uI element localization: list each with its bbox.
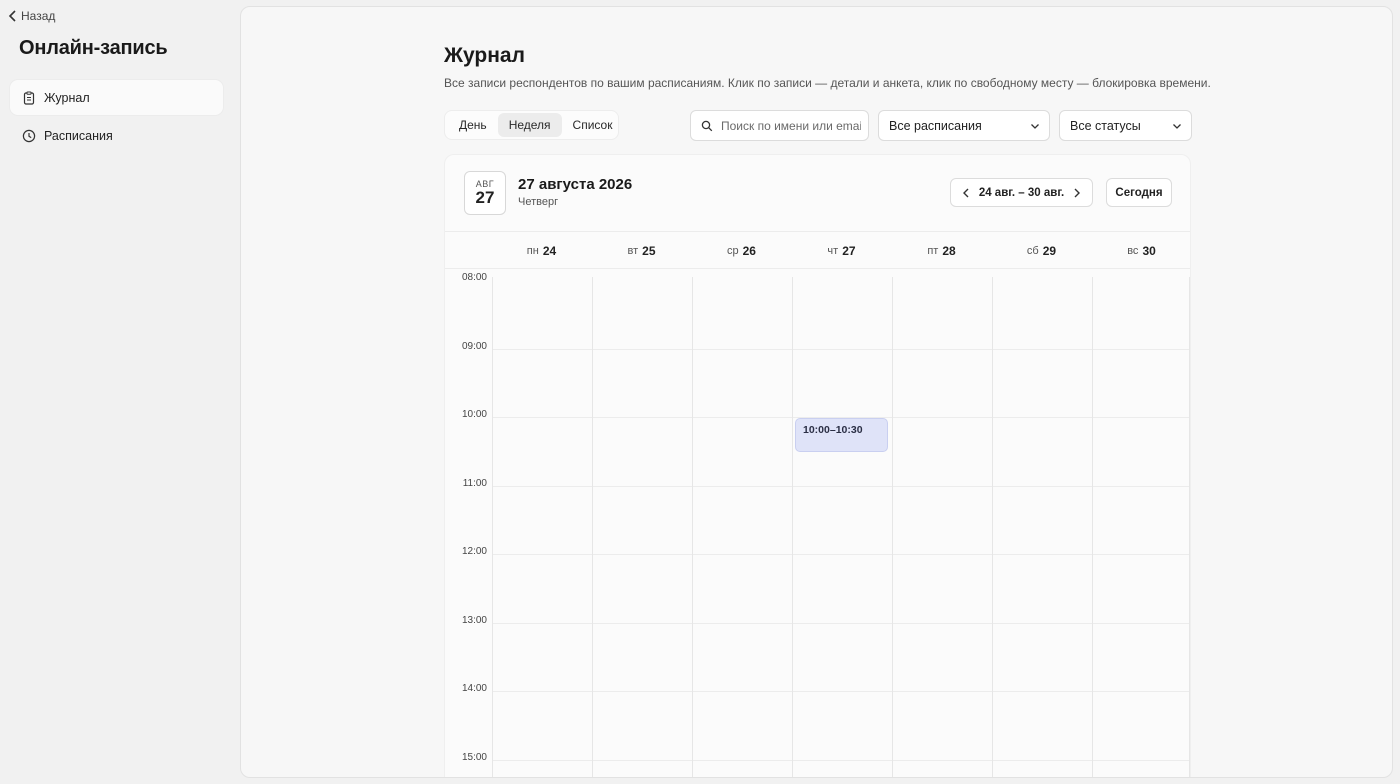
sidebar-item-schedules[interactable]: Расписания [10,118,223,153]
day-column-divider [992,277,993,777]
time-label: 15:00 [461,752,487,763]
calendar-weekday: Четверг [518,196,559,208]
booking-event[interactable]: 10:00–10:30 [795,417,888,452]
status-filter-value: Все статусы [1070,118,1141,133]
chevron-right-icon [1074,188,1080,197]
date-badge-day: 27 [475,188,495,207]
view-list-button[interactable]: Список [562,113,624,137]
hour-gridline [492,349,1190,350]
date-range-navigator: 24 авг. – 30 авг. [950,178,1093,207]
status-filter-select[interactable]: Все статусы [1059,110,1192,141]
days-header: пн 24 вт 25 ср 26 чт 27 пт 28 сб 29 вс 30 [445,231,1190,269]
day-header-weekday: пн [526,244,539,257]
day-header[interactable]: чт 27 [792,232,891,269]
clock-icon [22,129,36,142]
date-badge: АВГ 27 [464,171,506,215]
day-header-number: 25 [642,243,656,258]
day-header-number: 27 [842,243,856,258]
week-calendar: АВГ 27 27 августа 2026 Четверг 24 авг. –… [444,154,1191,777]
clipboard-icon [23,91,35,105]
time-label: 08:00 [461,272,487,283]
next-week-button[interactable] [1070,186,1084,200]
day-column-divider [892,277,893,777]
page-description: Все записи респондентов по вашим расписа… [444,76,1211,90]
day-header-number: 28 [942,243,956,258]
day-column-divider [1189,277,1190,777]
time-label: 12:00 [461,546,487,557]
page-title: Журнал [444,44,525,67]
day-header[interactable]: ср 26 [692,232,791,269]
day-column-divider [692,277,693,777]
view-week-button[interactable]: Неделя [497,113,562,137]
day-header[interactable]: вт 25 [592,232,691,269]
prev-week-button[interactable] [959,186,973,200]
schedule-filter-select[interactable]: Все расписания [878,110,1050,141]
day-header[interactable]: сб 29 [992,232,1091,269]
day-header-number: 26 [742,243,756,258]
sidebar: Назад Онлайн-запись Журнал Расписания [0,0,240,784]
day-column-divider [492,277,493,777]
day-header-weekday: вт [627,244,639,257]
time-label: 14:00 [461,683,487,694]
day-column-divider [592,277,593,777]
chevron-left-icon [8,10,16,22]
today-button[interactable]: Сегодня [1106,178,1172,207]
day-header-number: 24 [542,243,557,258]
day-header[interactable]: вс 30 [1092,232,1191,269]
app-title: Онлайн-запись [19,37,168,59]
sidebar-item-label: Расписания [44,128,113,143]
day-header-weekday: вс [1127,244,1139,257]
view-switcher: День Неделя Список [444,110,619,140]
view-day-button[interactable]: День [448,113,498,137]
back-label: Назад [21,9,56,23]
schedule-filter-value: Все расписания [889,118,982,133]
journal-content: Журнал Все записи респондентов по вашим … [444,7,1211,777]
time-label: 13:00 [461,615,487,626]
search-box [690,110,869,141]
calendar-date-title: 27 августа 2026 [518,176,633,193]
hour-gridline [492,760,1190,761]
sidebar-nav: Журнал Расписания [10,80,223,156]
day-header-weekday: чт [827,244,839,257]
search-icon [701,120,713,131]
day-header-weekday: пт [927,244,939,257]
main-panel: Журнал Все записи респондентов по вашим … [240,6,1393,778]
time-label: 10:00 [461,409,487,420]
date-range-label: 24 авг. – 30 авг. [978,186,1065,199]
time-grid[interactable]: 08:00 09:00 10:00 11:00 12:00 13:00 14:0… [445,269,1190,777]
day-header[interactable]: пт 28 [892,232,991,269]
hour-gridline [492,486,1190,487]
hour-gridline [492,623,1190,624]
chevron-left-icon [963,188,969,197]
hour-gridline [492,691,1190,692]
day-header-number: 30 [1142,243,1156,258]
time-label: 11:00 [462,478,487,489]
day-column-divider [792,277,793,777]
sidebar-item-label: Журнал [44,90,90,105]
chevron-down-icon [1173,123,1181,129]
day-header-weekday: сб [1026,244,1039,257]
day-header-number: 29 [1042,243,1057,258]
search-input[interactable] [721,118,861,133]
day-header[interactable]: пн 24 [492,232,591,269]
day-header-weekday: ср [727,244,739,257]
chevron-down-icon [1031,123,1039,129]
time-label: 09:00 [461,341,487,352]
sidebar-item-journal[interactable]: Журнал [10,80,223,115]
back-link[interactable]: Назад [8,9,55,23]
hour-gridline [492,554,1190,555]
day-column-divider [1092,277,1093,777]
